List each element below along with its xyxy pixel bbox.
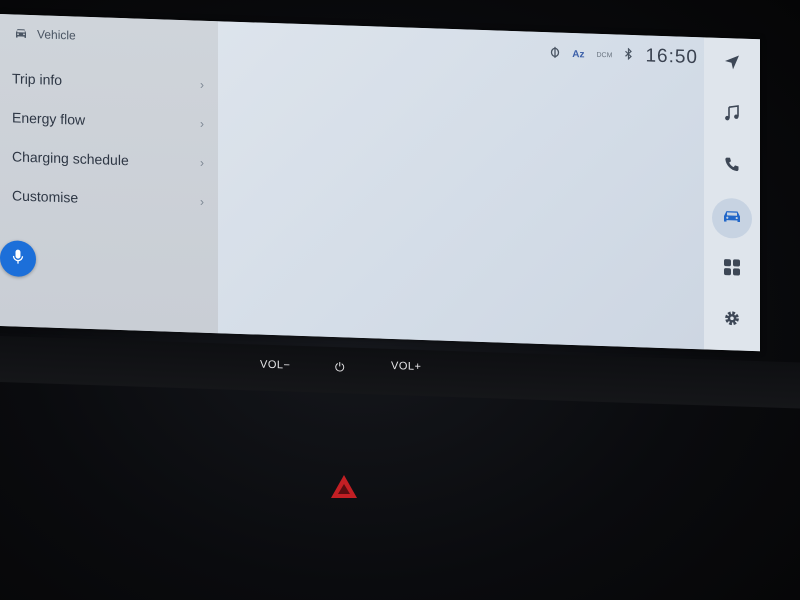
bluetooth-icon — [624, 47, 633, 65]
navigation-arrow-icon — [723, 52, 741, 76]
apps-grid-icon — [723, 257, 741, 281]
sidebar-item-apps[interactable] — [712, 249, 752, 290]
menu-item-customise[interactable]: Customise › — [0, 175, 218, 221]
sidebar-item-phone[interactable] — [712, 146, 752, 187]
menu-item-label: Customise — [12, 186, 79, 206]
car-icon — [14, 27, 28, 39]
menu-item-label: Trip info — [12, 69, 63, 88]
voice-assistant-button[interactable] — [0, 240, 36, 278]
sidebar-item-vehicle[interactable] — [712, 197, 752, 239]
chevron-right-icon: › — [200, 116, 204, 131]
chevron-right-icon: › — [200, 194, 204, 209]
az-icon: Az — [572, 48, 585, 60]
music-note-icon — [723, 103, 741, 127]
microphone-icon — [12, 248, 24, 269]
menu-item-label: Charging schedule — [12, 147, 129, 168]
sidebar-item-media[interactable] — [712, 95, 752, 136]
wireless-charging-icon — [550, 46, 560, 61]
car-icon — [722, 207, 742, 229]
menu-item-label: Energy flow — [12, 108, 86, 128]
dcm-icon: DCM — [596, 51, 613, 59]
panel-header: Vehicle — [14, 26, 76, 43]
hazard-button[interactable] — [331, 475, 357, 498]
vehicle-menu: Trip info › Energy flow › Charging sched… — [0, 58, 218, 221]
infotainment-screen: Vehicle Trip info › Energy flow › Chargi… — [0, 14, 760, 352]
clock: 16:50 — [645, 45, 698, 69]
sidebar-item-settings[interactable] — [712, 300, 752, 341]
app-sidebar — [704, 37, 760, 352]
main-content-area: Az DCM 16:50 — [218, 21, 704, 350]
volume-down-button[interactable]: VOL− — [260, 359, 290, 372]
status-bar: Az DCM 16:50 — [550, 42, 698, 69]
gear-icon — [723, 308, 741, 332]
vehicle-menu-panel: Vehicle Trip info › Energy flow › Chargi… — [0, 14, 218, 334]
sidebar-item-navigation[interactable] — [712, 44, 752, 85]
volume-up-button[interactable]: VOL+ — [391, 360, 421, 373]
panel-title: Vehicle — [37, 27, 76, 43]
phone-icon — [724, 156, 740, 178]
chevron-right-icon: › — [200, 155, 204, 170]
power-icon[interactable]: ⏻ — [335, 360, 345, 375]
chevron-right-icon: › — [200, 77, 204, 92]
